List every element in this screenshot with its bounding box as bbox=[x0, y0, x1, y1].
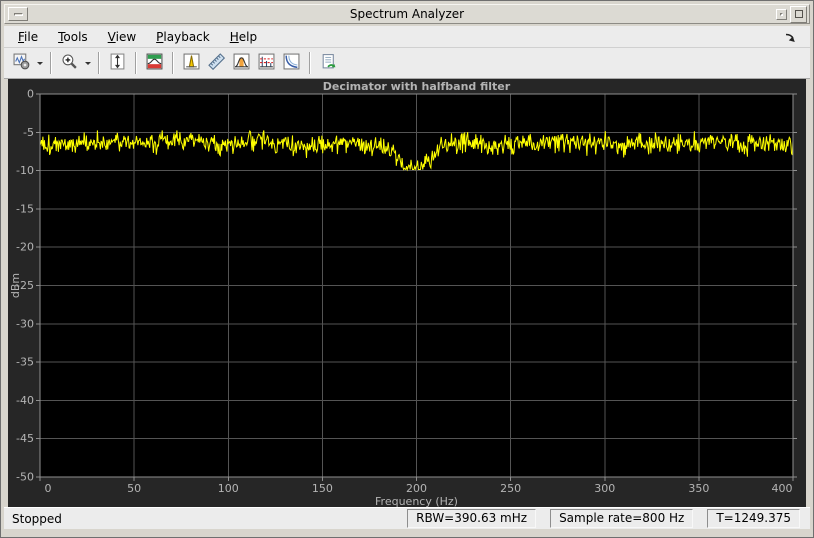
x-tick-label: 400 bbox=[772, 482, 793, 495]
menu-bar: File Tools View Playback Help bbox=[4, 26, 810, 48]
y-tick-label: -30 bbox=[16, 317, 34, 330]
status-cell-sample-rate: Sample rate=800 Hz bbox=[550, 509, 694, 528]
title-bar[interactable]: Spectrum Analyzer bbox=[4, 4, 810, 24]
spectrum-settings-button[interactable] bbox=[142, 51, 167, 76]
y-axis-label: dBm bbox=[9, 273, 22, 298]
x-tick-label: 300 bbox=[594, 482, 615, 495]
window-minimize-button[interactable] bbox=[776, 8, 787, 20]
y-tick-label: -40 bbox=[16, 394, 34, 407]
channel-measurements-button[interactable] bbox=[229, 51, 254, 76]
spectrum-plot[interactable]: 0-5-10-15-20-25-30-35-40-45-500 50 100 150 2… bbox=[8, 79, 806, 507]
x-tick-label: 100 bbox=[218, 482, 239, 495]
window-title: Spectrum Analyzer bbox=[349, 7, 465, 21]
dock-arrow-icon[interactable] bbox=[784, 30, 798, 44]
zoom-in-dropdown[interactable] bbox=[82, 51, 93, 76]
distortion-measurements-button[interactable] bbox=[254, 51, 279, 76]
y-tick-label: -45 bbox=[16, 432, 34, 445]
scale-y-axis-button[interactable] bbox=[105, 51, 130, 76]
y-tick-label: -20 bbox=[16, 241, 34, 254]
status-cell-time: T=1249.375 bbox=[707, 509, 800, 528]
channel-band-icon bbox=[233, 53, 250, 74]
gear-chart-icon bbox=[13, 53, 30, 74]
menu-item-view[interactable]: View bbox=[98, 28, 146, 46]
y-tick-label: -50 bbox=[16, 471, 34, 484]
status-cell-rbw: RBW=390.63 mHz bbox=[407, 509, 537, 528]
ccdf-measurements-button[interactable] bbox=[279, 51, 304, 76]
x-tick-label: 150 bbox=[312, 482, 333, 495]
vertical-span-icon bbox=[109, 53, 126, 74]
spectrum-settings-icon bbox=[146, 53, 163, 74]
y-tick-label: 0 bbox=[27, 88, 34, 101]
x-tick-label: 200 bbox=[406, 482, 427, 495]
chevron-down-icon bbox=[84, 62, 91, 65]
plot-panel: 0 -5 -10 -15 -20 -25 -30 -35 -40 -45 -50 0 50 100 150 2… bbox=[8, 79, 806, 507]
ccdf-curve-icon bbox=[283, 53, 300, 74]
y-tick-label: -10 bbox=[16, 164, 34, 177]
peak-finder-button[interactable] bbox=[179, 51, 204, 76]
y-tick-label: -35 bbox=[16, 356, 34, 369]
window-maximize-button[interactable] bbox=[790, 5, 807, 23]
configuration-properties-dropdown[interactable] bbox=[34, 51, 45, 76]
menu-item-playback[interactable]: Playback bbox=[146, 28, 220, 46]
zoom-in-button[interactable] bbox=[57, 51, 82, 76]
menu-item-file[interactable]: File bbox=[8, 28, 48, 46]
x-tick-label: 50 bbox=[127, 482, 141, 495]
peak-finder-icon bbox=[183, 53, 200, 74]
chevron-down-icon bbox=[36, 62, 43, 65]
dot-icon bbox=[780, 12, 783, 16]
configuration-properties-button[interactable] bbox=[9, 51, 34, 76]
status-cells: RBW=390.63 mHz Sample rate=800 Hz T=1249.3… bbox=[407, 509, 810, 528]
menu-item-help[interactable]: Help bbox=[220, 28, 267, 46]
menu-items: File Tools View Playback Help bbox=[4, 28, 267, 46]
toolbar-separator bbox=[50, 52, 52, 74]
ruler-icon bbox=[208, 52, 226, 74]
toolbar bbox=[4, 48, 810, 79]
status-text: Stopped bbox=[12, 511, 62, 526]
zoom-in-icon bbox=[61, 53, 78, 74]
x-tick-label: 350 bbox=[688, 482, 709, 495]
spectrum-analyzer-window: Spectrum Analyzer File Tools View Playback H… bbox=[0, 0, 814, 538]
distortion-plot-icon bbox=[258, 53, 275, 74]
plot-title: Decimator with halfband filter bbox=[323, 80, 511, 93]
x-axis-label: Frequency (Hz) bbox=[375, 495, 458, 507]
toolbar-separator bbox=[172, 52, 174, 74]
toolbar-separator bbox=[98, 52, 100, 74]
status-bar: Stopped RBW=390.63 mHz Sample rate=800 Hz… bbox=[4, 507, 810, 529]
playback-export-button[interactable] bbox=[316, 51, 341, 76]
square-icon bbox=[794, 10, 803, 18]
y-tick-label: -5 bbox=[23, 126, 34, 139]
cursor-measurements-button[interactable] bbox=[204, 51, 229, 76]
document-export-icon bbox=[320, 53, 337, 74]
toolbar-separator bbox=[135, 52, 137, 74]
y-tick-label: -15 bbox=[16, 202, 34, 215]
x-tick-label: 250 bbox=[500, 482, 521, 495]
menu-item-tools[interactable]: Tools bbox=[48, 28, 98, 46]
toolbar-separator bbox=[309, 52, 311, 74]
x-tick-label: 0 bbox=[45, 482, 52, 495]
